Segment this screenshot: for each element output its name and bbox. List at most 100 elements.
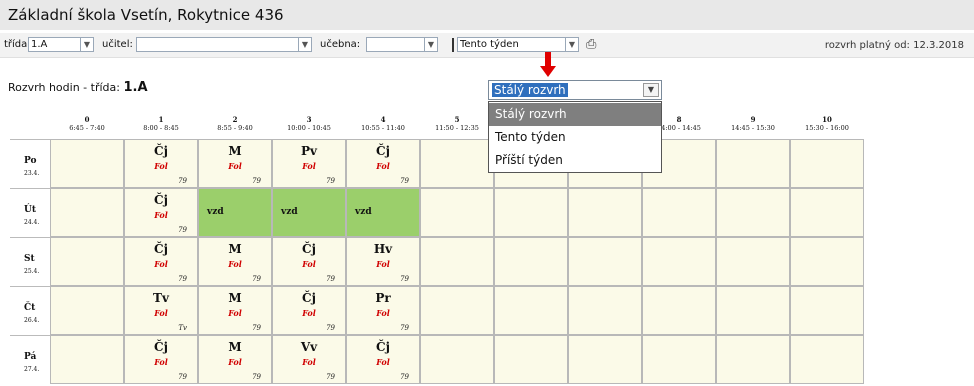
trida-label: třída: (4, 39, 31, 50)
lesson-room: 79 (178, 177, 187, 185)
empty-cell (568, 335, 642, 384)
option-tento-tyden[interactable]: Tento týden (489, 126, 661, 149)
lesson-cell[interactable]: Čj Fol 79 (346, 335, 420, 384)
empty-cell (790, 188, 864, 237)
lesson-room: 79 (178, 226, 187, 234)
day-name: Čt (24, 303, 36, 313)
lesson-cell[interactable]: M Fol 79 (198, 286, 272, 335)
period-time: 6:45 - 7:40 (69, 124, 105, 132)
lesson-cell[interactable]: Vv Fol 79 (272, 335, 346, 384)
absence-label: vzd (207, 207, 224, 217)
period-time: 8:55 - 9:40 (217, 124, 253, 132)
day-label: Pá 27.4. (10, 335, 50, 384)
lesson-cell[interactable]: Čj Fol 79 (124, 335, 198, 384)
period-number: 5 (454, 115, 460, 124)
absence-cell[interactable]: vzd (198, 188, 272, 237)
option-staly-rozvrh[interactable]: Stálý rozvrh (489, 103, 661, 126)
lesson-cell[interactable]: Čj Fol 79 (124, 237, 198, 286)
period-time: 10:00 - 10:45 (287, 124, 331, 132)
lesson-room: 79 (178, 275, 187, 283)
empty-cell (50, 286, 124, 335)
day-label: St 25.4. (10, 237, 50, 286)
week-select[interactable]: Tento týden ▼ (457, 37, 579, 52)
ucitel-select[interactable]: ▼ (136, 37, 312, 52)
lesson-subject: Čj (302, 242, 316, 256)
trida-select[interactable]: 1.A ▼ (28, 37, 94, 52)
lesson-cell[interactable]: Čj Fol 79 (124, 139, 198, 188)
lesson-teacher: Fol (154, 308, 168, 318)
arrowhead-icon (540, 66, 556, 77)
day-name: Út (24, 205, 37, 215)
day-name: Po (24, 156, 37, 166)
printer-icon[interactable]: ⎙ (586, 37, 596, 52)
day-date: 26.4. (24, 317, 40, 324)
lesson-cell[interactable]: M Fol 79 (198, 237, 272, 286)
lesson-cell[interactable]: Tv Fol Tv (124, 286, 198, 335)
empty-cell (494, 237, 568, 286)
empty-cell (716, 188, 790, 237)
chevron-down-icon: ▼ (298, 38, 311, 51)
lesson-room: 79 (326, 275, 335, 283)
lesson-cell[interactable]: Čj Fol 79 (346, 139, 420, 188)
lesson-teacher: Fol (154, 357, 168, 367)
chevron-down-icon: ▼ (80, 38, 93, 51)
lesson-subject: Hv (373, 242, 393, 256)
lesson-cell[interactable]: Čj Fol 79 (124, 188, 198, 237)
lesson-room: 79 (400, 177, 409, 185)
lesson-subject: M (228, 340, 242, 354)
empty-cell (50, 335, 124, 384)
lesson-subject: Čj (376, 340, 390, 354)
ucebna-select[interactable]: ▼ (366, 37, 438, 52)
rozvrh-type-value: Stálý rozvrh (492, 83, 568, 97)
lesson-cell[interactable]: Hv Fol 79 (346, 237, 420, 286)
lesson-room: 79 (400, 324, 409, 332)
rozvrh-type-select[interactable]: Stálý rozvrh ▼ (488, 80, 662, 100)
lesson-cell[interactable]: Pv Fol 79 (272, 139, 346, 188)
lesson-teacher: Fol (228, 259, 242, 269)
empty-cell (716, 237, 790, 286)
period-number: 1 (158, 115, 164, 124)
lesson-teacher: Fol (228, 161, 242, 171)
schedule-heading: Rozvrh hodin - třída: 1.A (8, 80, 148, 95)
day-name: Pá (24, 352, 37, 362)
absence-cell[interactable]: vzd (346, 188, 420, 237)
period-number: 3 (306, 115, 312, 124)
period-header: 4 10:55 - 11:40 (346, 112, 420, 136)
lesson-cell[interactable]: Pr Fol 79 (346, 286, 420, 335)
period-header: 5 11:50 - 12:35 (420, 112, 494, 136)
period-time: 14:45 - 15:30 (731, 124, 775, 132)
empty-cell (642, 286, 716, 335)
period-time: 11:50 - 12:35 (435, 124, 479, 132)
empty-cell (494, 188, 568, 237)
lesson-subject: Čj (154, 242, 168, 256)
lesson-subject: M (228, 242, 242, 256)
empty-cell (790, 237, 864, 286)
empty-cell (420, 237, 494, 286)
absence-cell[interactable]: vzd (272, 188, 346, 237)
lesson-cell[interactable]: M Fol 79 (198, 139, 272, 188)
lesson-teacher: Fol (376, 161, 390, 171)
lesson-cell[interactable]: Čj Fol 79 (272, 237, 346, 286)
empty-cell (420, 139, 494, 188)
period-time: 14:00 - 14:45 (657, 124, 701, 132)
period-number: 0 (84, 115, 90, 124)
lesson-room: 79 (400, 275, 409, 283)
lesson-cell[interactable]: Čj Fol 79 (272, 286, 346, 335)
period-header: 1 8:00 - 8:45 (124, 112, 198, 136)
ucitel-label: učitel: (102, 39, 133, 50)
day-label: Út 24.4. (10, 188, 50, 237)
rozvrh-type-list: Stálý rozvrh Tento týden Příští týden (488, 101, 662, 173)
lesson-subject: Tv (153, 291, 169, 305)
empty-cell (568, 237, 642, 286)
lesson-teacher: Fol (154, 161, 168, 171)
period-time: 15:30 - 16:00 (805, 124, 849, 132)
lesson-room: 79 (252, 373, 261, 381)
lesson-cell[interactable]: M Fol 79 (198, 335, 272, 384)
lesson-teacher: Fol (154, 259, 168, 269)
empty-cell (790, 335, 864, 384)
lesson-teacher: Fol (376, 357, 390, 367)
period-time: 8:00 - 8:45 (143, 124, 179, 132)
title-bar: Základní škola Vsetín, Rokytnice 436 (0, 0, 974, 30)
heading-prefix: Rozvrh hodin - třída: (8, 81, 120, 94)
option-pristi-tyden[interactable]: Příští týden (489, 149, 661, 172)
